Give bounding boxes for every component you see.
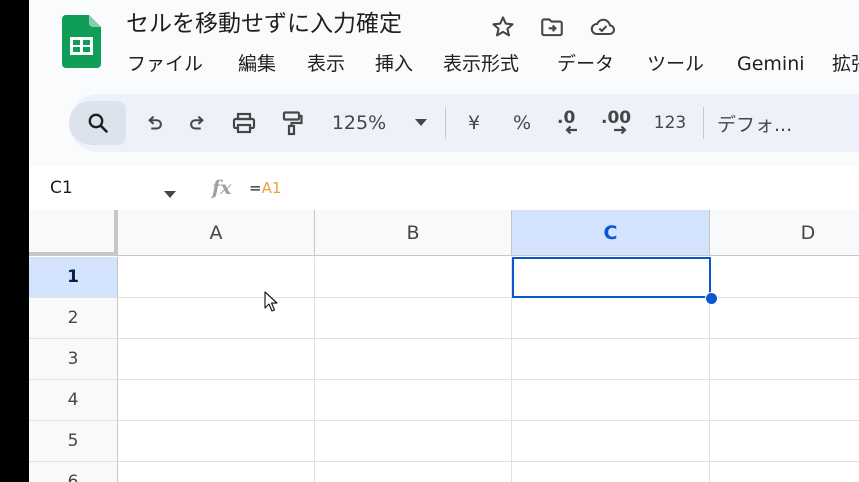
zoom-value[interactable]: 125%	[319, 94, 399, 152]
mouse-pointer-icon	[264, 291, 278, 317]
menu-edit[interactable]: 編集	[238, 51, 276, 77]
cell-a2[interactable]	[118, 298, 315, 339]
cell-a6[interactable]	[118, 462, 315, 482]
column-header-b[interactable]: B	[315, 210, 512, 256]
increase-decimal-icon: .00	[598, 108, 638, 138]
cell-a5[interactable]	[118, 421, 315, 462]
row-header-6[interactable]: 6	[29, 462, 118, 482]
paint-format-button[interactable]	[272, 94, 312, 152]
currency-format-button[interactable]: ¥	[459, 94, 489, 152]
menu-extensions[interactable]: 拡張	[832, 51, 859, 77]
row-header-2[interactable]: 2	[29, 298, 118, 339]
column-header-d[interactable]: D	[710, 210, 859, 256]
cell-b5[interactable]	[315, 421, 512, 462]
menu-format[interactable]: 表示形式	[443, 51, 519, 77]
screen-edge	[0, 0, 29, 482]
increase-decimal-button[interactable]: .00	[596, 94, 640, 152]
menu-file[interactable]: ファイル	[127, 51, 203, 77]
cell-c2[interactable]	[512, 298, 710, 339]
svg-text:.00: .00	[601, 108, 631, 128]
row-header-5[interactable]: 5	[29, 421, 118, 462]
cell-c5[interactable]	[512, 421, 710, 462]
formula-reference: A1	[261, 179, 282, 197]
cell-c6[interactable]	[512, 462, 710, 482]
cell-a1[interactable]	[118, 257, 315, 298]
row-header-3[interactable]: 3	[29, 339, 118, 380]
search-icon	[86, 111, 110, 135]
cell-d4[interactable]	[710, 380, 859, 421]
cell-a3[interactable]	[118, 339, 315, 380]
decrease-decimal-icon: .0	[553, 108, 587, 138]
undo-button[interactable]	[135, 94, 173, 152]
menu-view[interactable]: 表示	[307, 51, 345, 77]
cell-a4[interactable]	[118, 380, 315, 421]
print-icon	[231, 111, 257, 135]
cell-c3[interactable]	[512, 339, 710, 380]
formula-bar: C1 fx =A1	[29, 166, 859, 210]
move-folder-icon[interactable]	[539, 14, 565, 40]
percent-format-button[interactable]: %	[506, 94, 538, 152]
column-header-a[interactable]: A	[118, 210, 315, 256]
row-header-1[interactable]: 1	[29, 257, 118, 298]
cell-d1[interactable]	[710, 257, 859, 298]
cell-c4[interactable]	[512, 380, 710, 421]
cell-d3[interactable]	[710, 339, 859, 380]
search-menus-button[interactable]	[69, 101, 126, 145]
print-button[interactable]	[224, 94, 264, 152]
cell-b4[interactable]	[315, 380, 512, 421]
cell-b6[interactable]	[315, 462, 512, 482]
document-title[interactable]: セルを移動せずに入力確定	[126, 9, 402, 39]
spreadsheet-grid: A B C D 1 2 3 4 5 6	[29, 210, 859, 482]
cell-b3[interactable]	[315, 339, 512, 380]
fill-handle[interactable]	[705, 292, 718, 305]
sheets-logo-icon[interactable]	[62, 15, 101, 68]
formula-input[interactable]: =A1	[249, 166, 281, 210]
column-header-c[interactable]: C	[512, 210, 710, 256]
menu-insert[interactable]: 挿入	[375, 51, 413, 77]
redo-button[interactable]	[179, 94, 217, 152]
menu-gemini[interactable]: Gemini	[737, 51, 805, 77]
sheets-app: セルを移動せずに入力確定 ファイル 編集 表示 挿入 表示形式 データ ツール …	[29, 0, 859, 482]
decrease-decimal-button[interactable]: .0	[551, 94, 589, 152]
row-header-4[interactable]: 4	[29, 380, 118, 421]
name-box[interactable]: C1	[50, 166, 73, 210]
cell-d5[interactable]	[710, 421, 859, 462]
toolbar-divider	[703, 107, 704, 139]
cell-d6[interactable]	[710, 462, 859, 482]
toolbar: 125% ¥ % .0 .00 123 デフォ...	[69, 94, 859, 152]
active-cell-border	[512, 257, 711, 298]
cloud-saved-icon[interactable]	[589, 14, 615, 40]
formula-prefix: =	[249, 179, 262, 197]
star-icon[interactable]	[490, 14, 516, 40]
paint-format-icon	[280, 110, 304, 136]
cell-b2[interactable]	[315, 298, 512, 339]
select-all-corner[interactable]	[29, 210, 118, 256]
number-format-button[interactable]: 123	[648, 94, 692, 152]
zoom-chevron-down-icon[interactable]	[409, 94, 433, 152]
menu-data[interactable]: データ	[557, 51, 614, 77]
svg-text:.0: .0	[557, 108, 575, 128]
redo-icon	[187, 112, 209, 134]
cell-d2[interactable]	[710, 298, 859, 339]
fx-icon: fx	[212, 177, 232, 199]
name-box-chevron-down-icon[interactable]	[164, 184, 176, 203]
font-chevron-down-icon[interactable]	[853, 94, 859, 152]
menu-tools[interactable]: ツール	[647, 51, 704, 77]
font-family-select[interactable]: デフォ...	[717, 94, 819, 152]
undo-icon	[143, 112, 165, 134]
cell-b1[interactable]	[315, 257, 512, 298]
toolbar-divider	[445, 107, 446, 139]
